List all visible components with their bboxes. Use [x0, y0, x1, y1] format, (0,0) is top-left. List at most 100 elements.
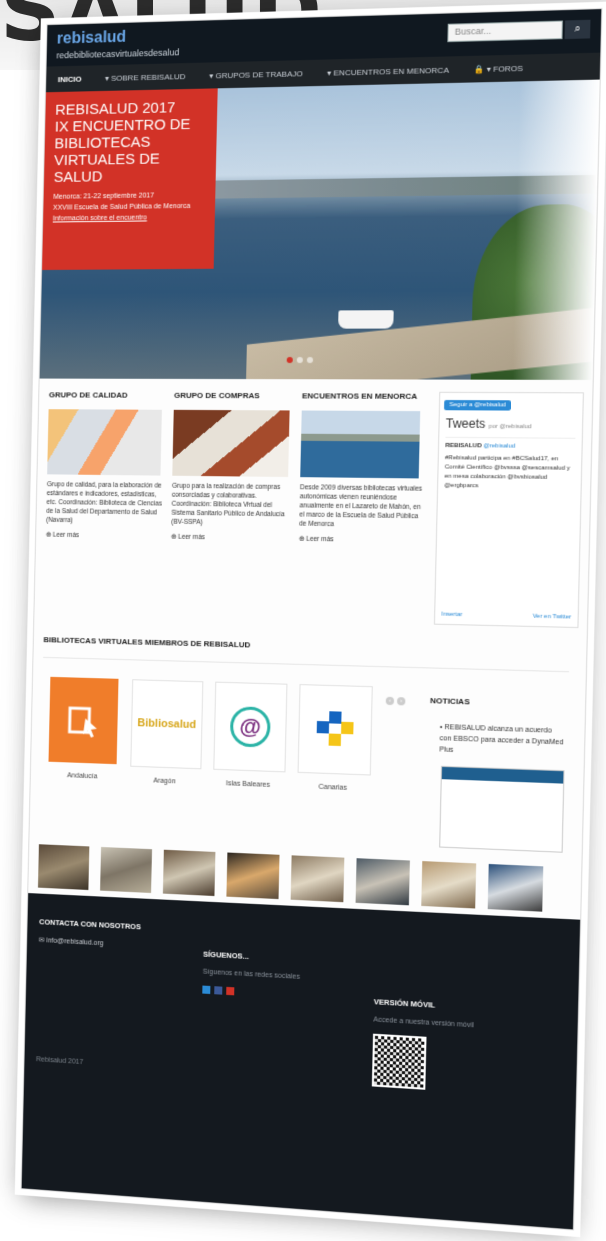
promo-info-link[interactable]: Información sobre el encuentro — [53, 214, 205, 222]
footer-follow: SÍGUENOS... Síguenos en las redes social… — [202, 950, 300, 999]
read-more-link[interactable]: ⊕ Leer más — [46, 531, 163, 541]
library-name: Andalucía — [66, 772, 98, 781]
bibliosalud-logo: Bibliosalud — [130, 679, 204, 770]
carousel-pager: ‹ › — [385, 696, 406, 706]
hero-slideshow[interactable]: REBISALUD 2017 IX ENCUENTRO DE BIBLIOTEC… — [39, 79, 600, 380]
nav-encuentros-label: Encuentros en Menorca — [333, 65, 450, 78]
document-cursor-icon — [62, 698, 98, 743]
twitter-embed-link[interactable]: Insertar — [441, 612, 462, 619]
news-item-text: REBISALUD alcanza un acuerdo con EBSCO p… — [439, 724, 564, 754]
nav-encuentros[interactable]: ▾ Encuentros en Menorca — [315, 65, 462, 78]
group-calidad: GRUPO DE CALIDAD Grupo de calidad, para … — [46, 390, 167, 540]
libraries-title: BIBLIOTECAS VIRTUALES MIEMBROS DE REBISA… — [43, 635, 251, 650]
twitter-title: Tweets — [445, 416, 486, 431]
site-logo[interactable]: rebisalud redebibliotecasvirtualesdesalu… — [56, 27, 180, 61]
gallery-photo[interactable] — [226, 852, 280, 900]
read-more-label: Leer más — [306, 535, 334, 544]
tweet-author: REBISALUD @rebisalud — [445, 442, 575, 452]
footer-mobile-text: Accede a nuestra versión móvil — [373, 1016, 474, 1030]
copyright: Rebisalud 2017 — [35, 1056, 84, 1067]
youtube-icon[interactable] — [226, 986, 235, 996]
canarias-logo — [297, 684, 373, 776]
read-more-label: Leer más — [178, 533, 206, 542]
news-section: NOTICIAS • REBISALUD alcanza un acuerdo … — [427, 696, 566, 853]
group-description: Desde 2009 diversas bibliotecas virtuale… — [299, 484, 423, 529]
hero-boat — [338, 310, 394, 329]
footer-mobile: VERSIÓN MÓVIL Accede a nuestra versión m… — [371, 997, 475, 1093]
working-groups: GRUPO DE CALIDAD Grupo de calidad, para … — [46, 390, 586, 629]
search-input[interactable]: Buscar... — [447, 20, 563, 43]
slide-dot[interactable] — [286, 356, 293, 364]
nav-inicio[interactable]: Inicio — [46, 74, 93, 84]
news-title: NOTICIAS — [430, 696, 470, 707]
gallery-photo[interactable] — [421, 861, 477, 909]
group-image[interactable] — [47, 409, 162, 476]
twitter-view-link[interactable]: Ver en Twitter — [533, 614, 572, 621]
group-description: Grupo para la realización de compras con… — [171, 482, 285, 527]
library-baleares[interactable]: @ Islas Baleares — [213, 681, 288, 790]
gallery-photo[interactable] — [162, 849, 216, 897]
library-aragon[interactable]: Bibliosalud Aragón — [130, 679, 204, 786]
gallery-photo[interactable] — [37, 844, 90, 891]
twitter-widget: Seguir a @rebisalud Tweets por @rebisalu… — [433, 391, 584, 629]
group-title[interactable]: GRUPO DE COMPRAS — [174, 391, 294, 401]
baleares-logo: @ — [213, 681, 288, 773]
tweet-account: REBISALUD — [445, 442, 482, 450]
group-encuentros: ENCUENTROS EN MENORCA Desde 2009 diversa… — [299, 391, 425, 544]
social-icons — [202, 985, 299, 999]
gallery-photo[interactable] — [290, 855, 345, 903]
library-name: Islas Baleares — [225, 780, 271, 789]
group-description: Grupo de calidad, para la elaboración de… — [46, 481, 162, 525]
twitter-icon[interactable] — [202, 985, 211, 994]
search-icon[interactable]: ⌕ — [564, 19, 591, 40]
carousel-next-icon[interactable]: › — [396, 697, 406, 706]
promo-panel: REBISALUD 2017 IX ENCUENTRO DE BIBLIOTEC… — [42, 88, 218, 270]
contact-email[interactable]: ✉ info@rebisalud.org — [39, 936, 141, 949]
contact-email-text: info@rebisalud.org — [46, 937, 104, 948]
gallery-photo[interactable] — [355, 858, 410, 906]
gallery-photo[interactable] — [100, 846, 153, 894]
gallery-photo[interactable] — [487, 863, 544, 912]
slideshow-dots — [286, 356, 314, 364]
nav-sobre-rebisalud[interactable]: ▾ Sobre Rebisalud — [93, 71, 197, 83]
twitter-footer: Insertar Ver en Twitter — [441, 612, 571, 621]
read-more-label: Leer más — [52, 531, 80, 540]
mail-icon: ✉ — [38, 936, 45, 945]
nav-foros-label: Foros — [493, 63, 524, 74]
andalucia-logo — [48, 676, 119, 765]
nav-grupos[interactable]: ▾ Grupos de trabajo — [197, 68, 315, 80]
tweet[interactable]: REBISALUD @rebisalud #Rebisalud particip… — [444, 436, 576, 493]
slide-dot[interactable] — [296, 356, 303, 364]
at-sign-icon: @ — [229, 706, 271, 748]
bibliosalud-logo-text: Bibliosalud — [137, 717, 197, 732]
library-canarias[interactable]: Canarias — [297, 684, 373, 793]
nav-grupos-label: Grupos de trabajo — [215, 68, 303, 80]
promo-title-line: IX ENCUENTRO DE — [54, 115, 191, 136]
nav-sobre-rebisalud-label: Sobre Rebisalud — [111, 71, 186, 83]
footer-contact: CONTACTA CON NOSOTROS ✉ info@rebisalud.o… — [39, 917, 141, 949]
lock-icon: 🔒 — [473, 64, 485, 74]
tweet-text: #Rebisalud participa en #BCSalud17, en C… — [444, 455, 571, 490]
read-more-link[interactable]: ⊕ Leer más — [171, 533, 291, 543]
footer-contact-title: CONTACTA CON NOSOTROS — [39, 917, 141, 932]
read-more-link[interactable]: ⊕ Leer más — [299, 535, 422, 545]
slide-dot[interactable] — [306, 357, 314, 364]
news-thumbnail[interactable] — [439, 765, 565, 853]
twitter-follow-button[interactable]: Seguir a @rebisalud — [444, 400, 512, 411]
nav-foros[interactable]: 🔒 ▾ Foros — [461, 63, 535, 74]
group-compras: GRUPO DE COMPRAS Grupo para la realizaci… — [171, 391, 294, 543]
facebook-icon[interactable] — [214, 986, 223, 995]
tweet-handle: @rebisalud — [483, 443, 516, 450]
group-image[interactable] — [172, 409, 290, 477]
qr-code[interactable] — [371, 1033, 427, 1090]
twitter-by[interactable]: por @rebisalud — [489, 424, 532, 430]
library-name: Canarias — [318, 783, 348, 792]
news-item[interactable]: • REBISALUD alcanza un acuerdo con EBSCO… — [439, 722, 565, 760]
footer-follow-text: Síguenos en las redes sociales — [202, 968, 300, 981]
logo-tagline: redebibliotecasvirtualesdesalud — [56, 47, 180, 61]
group-image[interactable] — [300, 410, 421, 479]
carousel-prev-icon[interactable]: ‹ — [385, 696, 395, 706]
library-andalucia[interactable]: Andalucía — [48, 676, 119, 781]
group-title[interactable]: ENCUENTROS EN MENORCA — [302, 391, 425, 401]
group-title[interactable]: GRUPO DE CALIDAD — [49, 390, 166, 399]
